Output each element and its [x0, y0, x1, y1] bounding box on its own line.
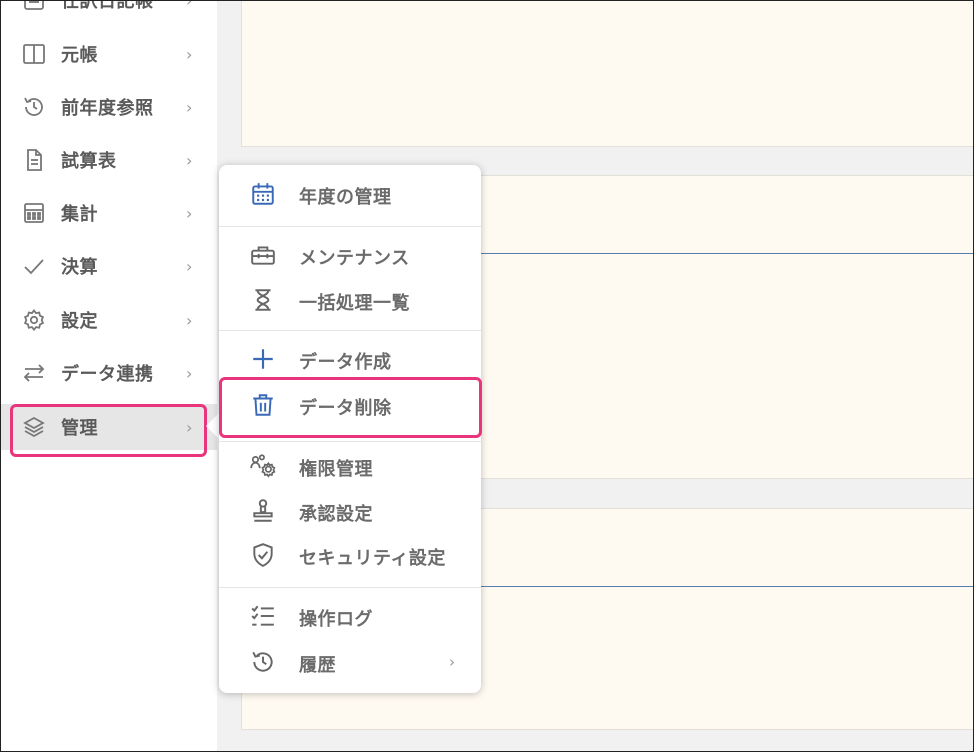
shield-check-icon	[249, 541, 277, 569]
chevron-right-icon: ›	[186, 150, 193, 170]
document-icon	[21, 147, 47, 173]
sidebar-item-trial-balance[interactable]: 試算表 ›	[1, 137, 217, 183]
menu-item-label: 承認設定	[299, 504, 373, 525]
calendar-icon	[249, 180, 277, 208]
swap-arrows-icon	[21, 360, 47, 386]
menu-item-history[interactable]: 履歴 ›	[219, 642, 481, 682]
ledger-columns-icon	[21, 41, 47, 67]
sidebar-item-prev-year[interactable]: 前年度参照 ›	[1, 84, 217, 130]
menu-item-data-create[interactable]: データ作成	[219, 339, 481, 379]
checklist-icon	[249, 602, 277, 630]
popup-pointer	[206, 412, 220, 440]
content-panel-top	[241, 1, 973, 147]
chevron-right-icon: ›	[186, 44, 193, 64]
menu-item-label: 権限管理	[299, 459, 373, 480]
sidebar-item-closing[interactable]: 決算 ›	[1, 243, 217, 289]
journal-icon	[21, 1, 47, 13]
toolbox-icon	[249, 241, 277, 269]
menu-item-batch-list[interactable]: 一括処理一覧	[219, 280, 481, 320]
history-icon	[249, 648, 277, 676]
sidebar-item-label: 試算表	[61, 151, 117, 172]
chevron-right-icon: ›	[449, 653, 455, 671]
sidebar-item-label: 元帳	[61, 45, 98, 66]
sidebar-item-label: 集計	[61, 204, 98, 225]
sidebar-item-ledger[interactable]: 元帳 ›	[1, 31, 217, 77]
sidebar-item-aggregate[interactable]: 集計 ›	[1, 190, 217, 236]
content-divider	[481, 253, 973, 254]
menu-item-fiscal-year[interactable]: 年度の管理	[219, 174, 481, 214]
chevron-right-icon: ›	[186, 97, 193, 117]
menu-separator	[219, 587, 481, 588]
menu-item-maintenance[interactable]: メンテナンス	[219, 235, 481, 275]
menu-item-approval[interactable]: 承認設定	[219, 491, 481, 531]
plus-icon	[249, 345, 277, 373]
stamp-icon	[249, 497, 277, 525]
sidebar-item-label: データ連携	[61, 364, 154, 385]
sidebar-item-label: 前年度参照	[61, 98, 154, 119]
sidebar-item-journal[interactable]: 仕訳日記帳 ›	[1, 0, 217, 23]
chevron-right-icon: ›	[186, 203, 193, 223]
menu-item-permissions[interactable]: 権限管理	[219, 446, 481, 486]
chevron-right-icon: ›	[186, 310, 193, 330]
menu-item-label: 一括処理一覧	[299, 293, 410, 314]
menu-item-label: データ作成	[299, 352, 392, 373]
menu-item-security[interactable]: セキュリティ設定	[219, 535, 481, 575]
users-gear-icon	[249, 452, 277, 480]
chevron-right-icon: ›	[186, 0, 193, 10]
sidebar-item-settings[interactable]: 設定 ›	[1, 297, 217, 343]
menu-item-label: 操作ログ	[299, 609, 373, 630]
menu-item-label: メンテナンス	[299, 248, 410, 269]
history-icon	[21, 94, 47, 120]
app-frame: 仕訳日記帳 › 元帳 › 前年度参照 › 試算表 › 集計 › 決算 › 設定 …	[0, 0, 974, 752]
menu-separator	[219, 441, 481, 442]
sidebar-item-label: 仕訳日記帳	[61, 0, 154, 12]
menu-separator	[219, 226, 481, 227]
menu-separator	[219, 330, 481, 331]
sidebar-item-data-link[interactable]: データ連携 ›	[1, 350, 217, 396]
hourglass-icon	[249, 286, 277, 314]
check-icon	[21, 253, 47, 279]
gear-icon	[21, 307, 47, 333]
sidebar-item-label: 決算	[61, 257, 98, 278]
chevron-right-icon: ›	[186, 256, 193, 276]
menu-item-label: セキュリティ設定	[299, 548, 446, 569]
chevron-right-icon: ›	[186, 363, 193, 383]
content-divider	[481, 586, 973, 587]
menu-item-operation-log[interactable]: 操作ログ	[219, 596, 481, 636]
menu-item-label: 年度の管理	[299, 187, 392, 208]
menu-highlight-frame	[219, 377, 482, 438]
sidebar-highlight-frame	[10, 404, 207, 457]
sidebar: 仕訳日記帳 › 元帳 › 前年度参照 › 試算表 › 集計 › 決算 › 設定 …	[1, 1, 217, 751]
menu-item-label: 履歴	[299, 655, 336, 676]
sidebar-item-label: 設定	[61, 311, 98, 332]
calculator-icon	[21, 200, 47, 226]
